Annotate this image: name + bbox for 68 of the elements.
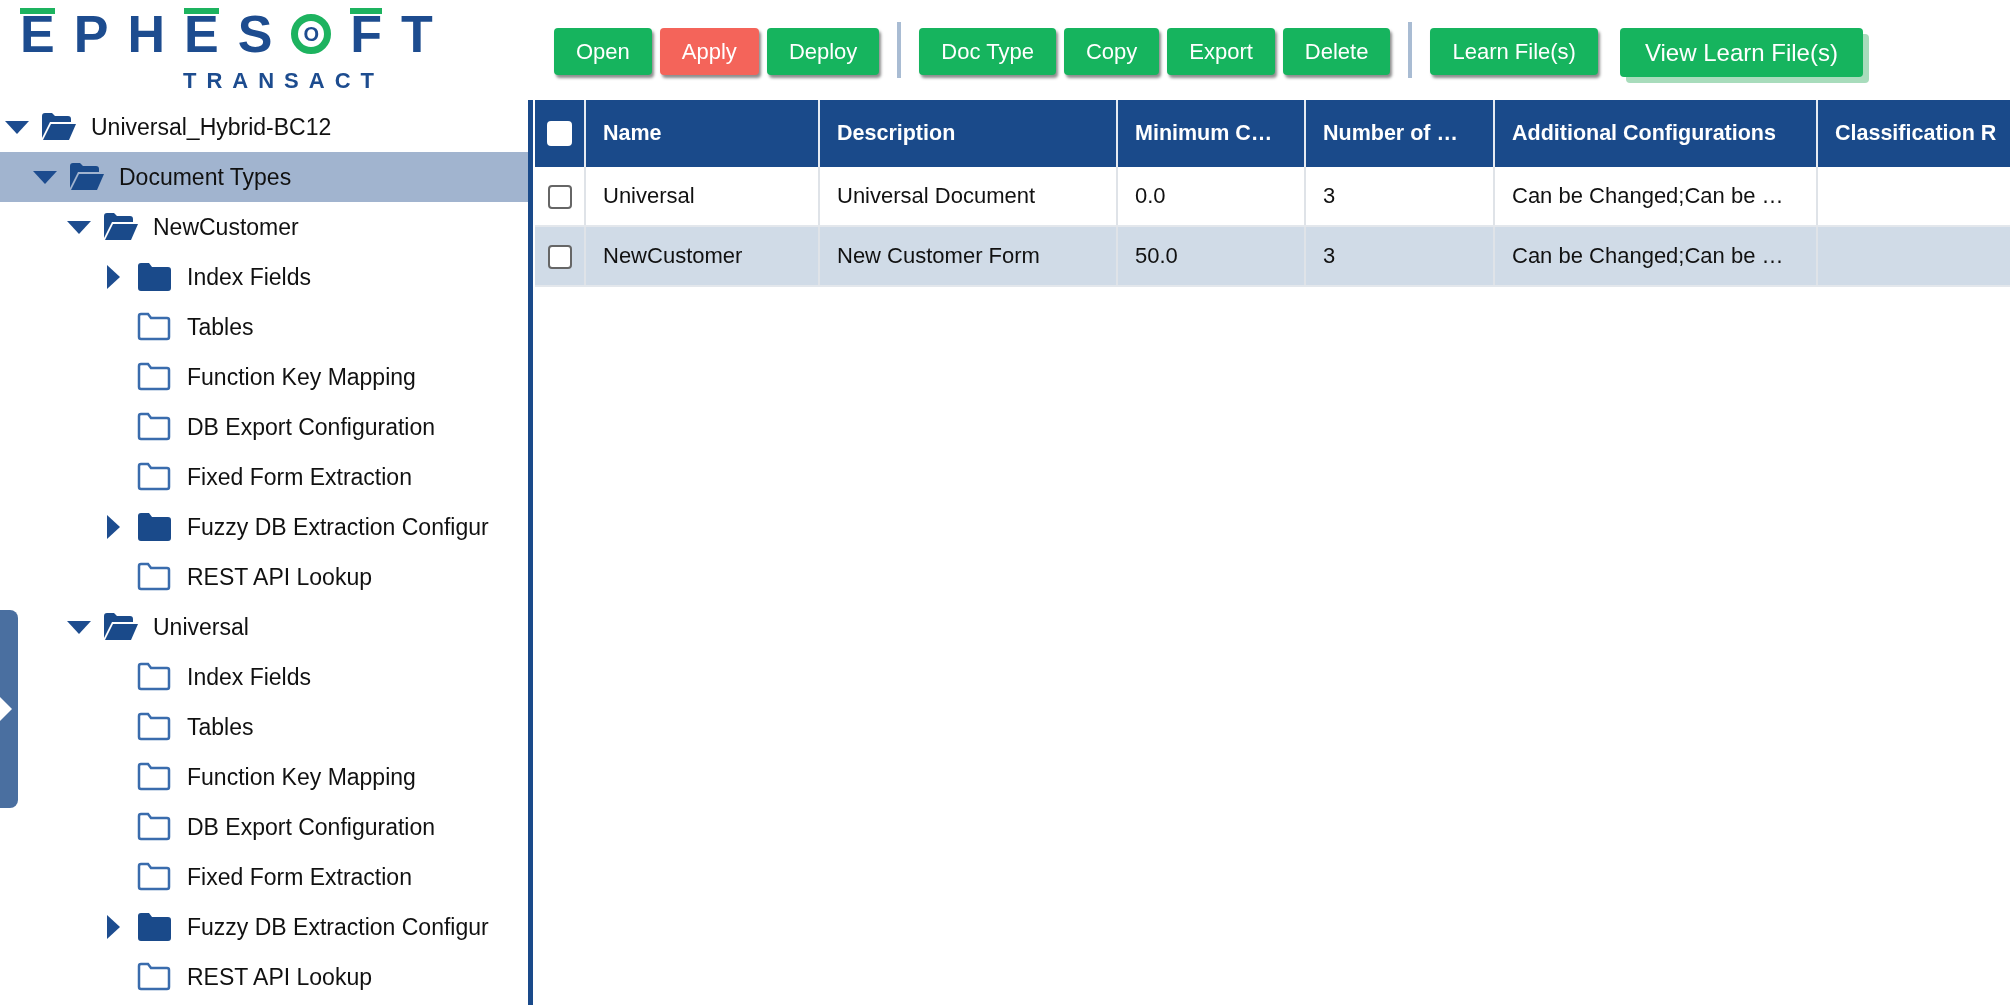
caret-right-icon[interactable] (106, 515, 120, 539)
table-cell: 3 (1305, 226, 1494, 286)
column-header[interactable]: Description (819, 100, 1117, 167)
open-folder-icon (102, 212, 139, 242)
folder-outline-icon (136, 462, 173, 492)
tree-item[interactable]: Index Fields (20, 252, 528, 302)
caret-right-icon (0, 697, 12, 721)
open-folder-icon (102, 612, 139, 642)
folder-icon (136, 262, 173, 292)
column-header[interactable]: Name (585, 100, 819, 167)
logo-letter: S (237, 8, 273, 60)
product-name: TRANSACT (183, 68, 385, 94)
tree-item[interactable]: DB Export Configuration (20, 802, 528, 852)
open-folder-icon (40, 112, 77, 142)
caret-right-icon[interactable] (106, 265, 120, 289)
tree-item[interactable]: Tables (20, 702, 528, 752)
caret-down-icon[interactable] (67, 220, 91, 234)
row-checkbox[interactable] (547, 185, 572, 210)
logo-letter: H (127, 8, 165, 60)
caret-right-icon[interactable] (106, 915, 120, 939)
table-cell: Can be Changed;Can be … (1494, 226, 1817, 286)
logo-letter: E (20, 8, 55, 60)
tree-item[interactable]: Fuzzy DB Extraction Configur (20, 502, 528, 552)
column-header[interactable]: Number of … (1305, 100, 1494, 167)
tree-item[interactable]: Fixed Form Extraction (20, 852, 528, 902)
caret-down-icon[interactable] (5, 120, 29, 134)
select-all-checkbox[interactable] (547, 121, 572, 147)
logo-letter: T (401, 8, 433, 60)
tree-item[interactable]: Function Key Mapping (20, 752, 528, 802)
tree-item[interactable]: Document Types (0, 152, 528, 202)
collapse-tab[interactable] (0, 610, 18, 808)
table-cell: New Customer Form (819, 226, 1117, 286)
tree-item[interactable]: Fixed Form Extraction (20, 452, 528, 502)
tree-item[interactable]: Function Key Mapping (20, 352, 528, 402)
tree-item[interactable]: Universal_Hybrid-BC12 (0, 102, 528, 152)
logo-letter: E (183, 8, 219, 60)
logo-letter: P (73, 8, 109, 60)
tree-item[interactable]: NewCustomer (20, 202, 528, 252)
tree-item[interactable]: REST API Lookup (20, 952, 528, 1002)
tree-item[interactable]: Tables (20, 302, 528, 352)
tree-item[interactable]: Universal (20, 602, 528, 652)
row-checkbox[interactable] (547, 245, 572, 270)
folder-outline-icon (136, 412, 173, 442)
folder-icon (136, 912, 173, 942)
folder-outline-icon (136, 312, 173, 342)
folder-icon (136, 512, 173, 542)
caret-down-icon[interactable] (33, 170, 57, 184)
folder-outline-icon (136, 662, 173, 692)
folder-outline-icon (136, 812, 173, 842)
logo-letter: O (291, 14, 332, 54)
caret-down-icon[interactable] (67, 620, 91, 634)
tree-item[interactable]: Index Fields (20, 652, 528, 702)
folder-outline-icon (136, 562, 173, 592)
column-header[interactable]: Additional Configurations (1494, 100, 1817, 167)
open-folder-icon (68, 162, 105, 192)
column-header[interactable]: Minimum C… (1117, 100, 1305, 167)
folder-outline-icon (136, 362, 173, 392)
column-header[interactable]: Classification R (1817, 100, 2010, 167)
tree-item[interactable]: REST API Lookup (20, 552, 528, 602)
table-cell: NewCustomer (585, 226, 819, 286)
folder-outline-icon (136, 862, 173, 892)
tree-item[interactable]: Fuzzy DB Extraction Configur (20, 902, 528, 952)
tree-item[interactable]: DB Export Configuration (20, 402, 528, 452)
folder-outline-icon (136, 712, 173, 742)
logo-letter: F (350, 8, 383, 60)
folder-outline-icon (136, 762, 173, 792)
folder-outline-icon (136, 962, 173, 992)
table-cell: 50.0 (1117, 226, 1305, 286)
